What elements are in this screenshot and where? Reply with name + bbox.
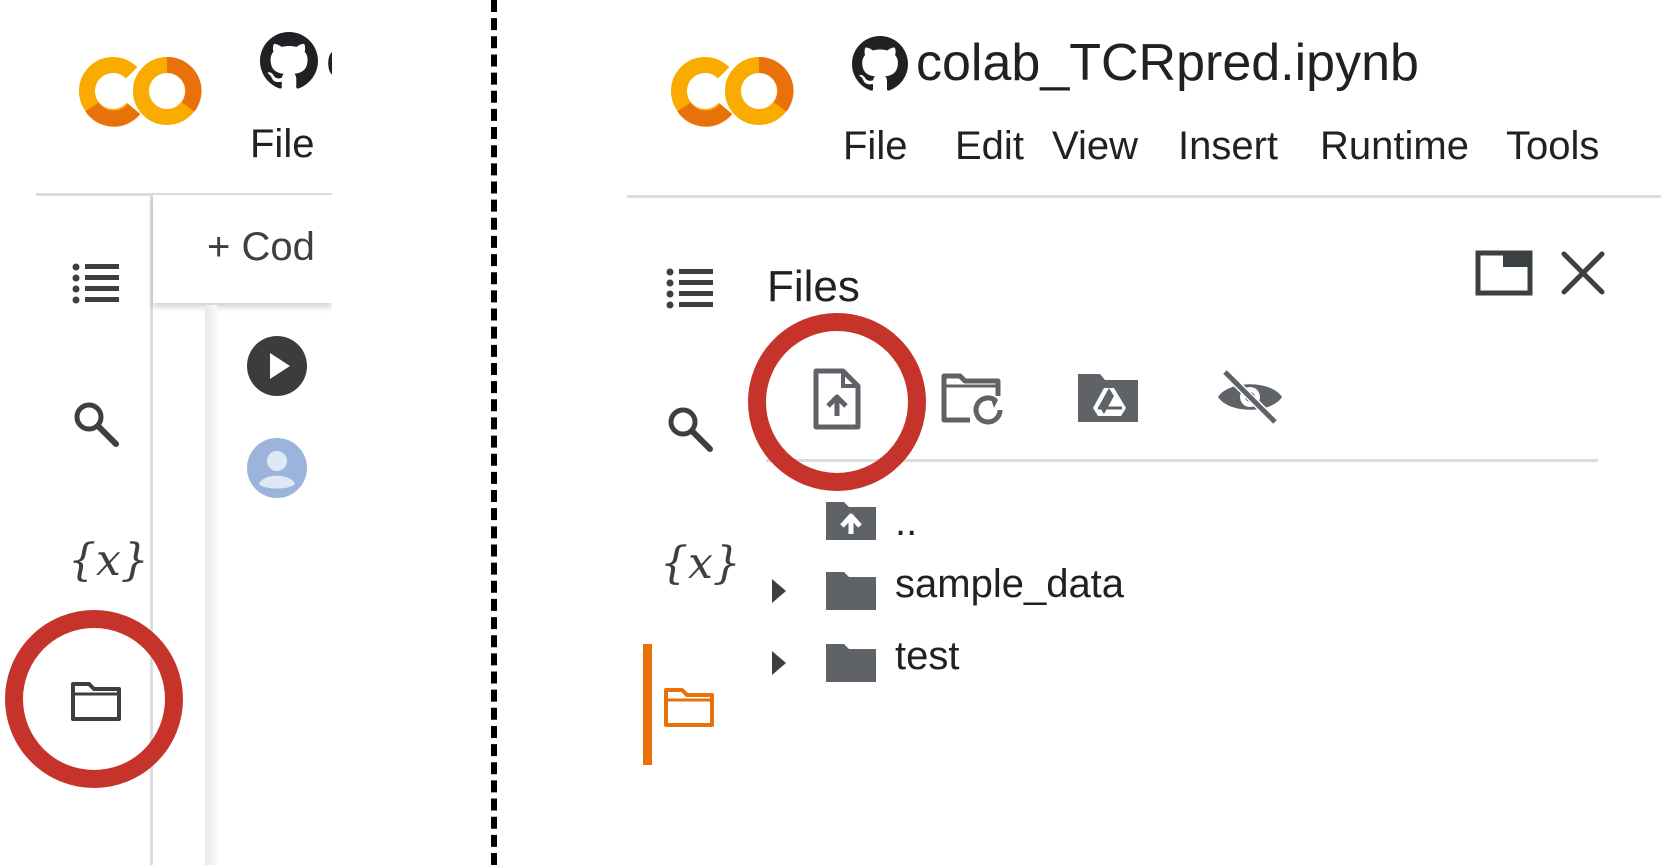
- menu-tools[interactable]: Tools: [1506, 124, 1599, 169]
- upload-file-icon[interactable]: [812, 368, 862, 430]
- menu-view[interactable]: View: [1052, 124, 1138, 169]
- colab-window-collapsed: c File + Cod: [0, 0, 332, 865]
- menu-edit[interactable]: Edit: [955, 124, 1024, 169]
- hide-files-icon[interactable]: [1215, 368, 1285, 426]
- notebook-title[interactable]: colab_TCRpred.ipynb: [916, 33, 1419, 93]
- tree-item-label: test: [895, 634, 960, 678]
- close-icon[interactable]: [1560, 250, 1606, 296]
- expand-arrow-icon[interactable]: [768, 576, 792, 606]
- search-icon[interactable]: [72, 400, 120, 448]
- active-indicator: [643, 644, 652, 765]
- cell-gutter: [205, 305, 217, 865]
- variables-icon[interactable]: {x}: [660, 538, 741, 589]
- table-of-contents-icon[interactable]: [72, 262, 120, 304]
- parent-directory-label[interactable]: ..: [895, 500, 917, 545]
- menu-insert[interactable]: Insert: [1178, 124, 1278, 169]
- expand-arrow-icon[interactable]: [768, 648, 792, 678]
- run-cell-button[interactable]: [246, 335, 308, 397]
- tree-item-label: sample_data: [895, 562, 1125, 606]
- menu-runtime[interactable]: Runtime: [1320, 124, 1469, 169]
- menu-file[interactable]: File: [843, 124, 907, 169]
- toolbar-divider: [766, 459, 1598, 462]
- open-in-tab-icon[interactable]: [1475, 250, 1533, 296]
- files-pane-title: Files: [767, 262, 860, 311]
- variables-icon[interactable]: {x}: [68, 535, 149, 586]
- github-icon: [852, 36, 908, 92]
- table-of-contents-icon[interactable]: [666, 267, 714, 309]
- colab-window-files-open: colab_TCRpred.ipynb File Edit View Inser…: [500, 0, 1671, 865]
- github-icon: [260, 32, 318, 90]
- notebook-toolbar: + Cod: [153, 195, 332, 303]
- panel-separator: [491, 0, 497, 865]
- avatar: [246, 437, 308, 499]
- parent-folder-icon[interactable]: [824, 500, 878, 542]
- folder-icon: [824, 570, 878, 612]
- files-folder-icon[interactable]: [663, 686, 715, 728]
- notebook-title-partial[interactable]: c: [326, 30, 332, 90]
- refresh-folder-icon[interactable]: [940, 372, 1006, 430]
- search-icon[interactable]: [666, 405, 714, 453]
- colab-logo: [670, 55, 794, 127]
- folder-icon: [824, 642, 878, 684]
- add-code-button[interactable]: + Cod: [207, 225, 315, 270]
- mount-drive-icon[interactable]: [1076, 372, 1140, 424]
- colab-logo: [78, 55, 202, 127]
- menu-file[interactable]: File: [250, 122, 314, 167]
- header-divider: [627, 195, 1661, 198]
- files-folder-icon[interactable]: [70, 680, 122, 722]
